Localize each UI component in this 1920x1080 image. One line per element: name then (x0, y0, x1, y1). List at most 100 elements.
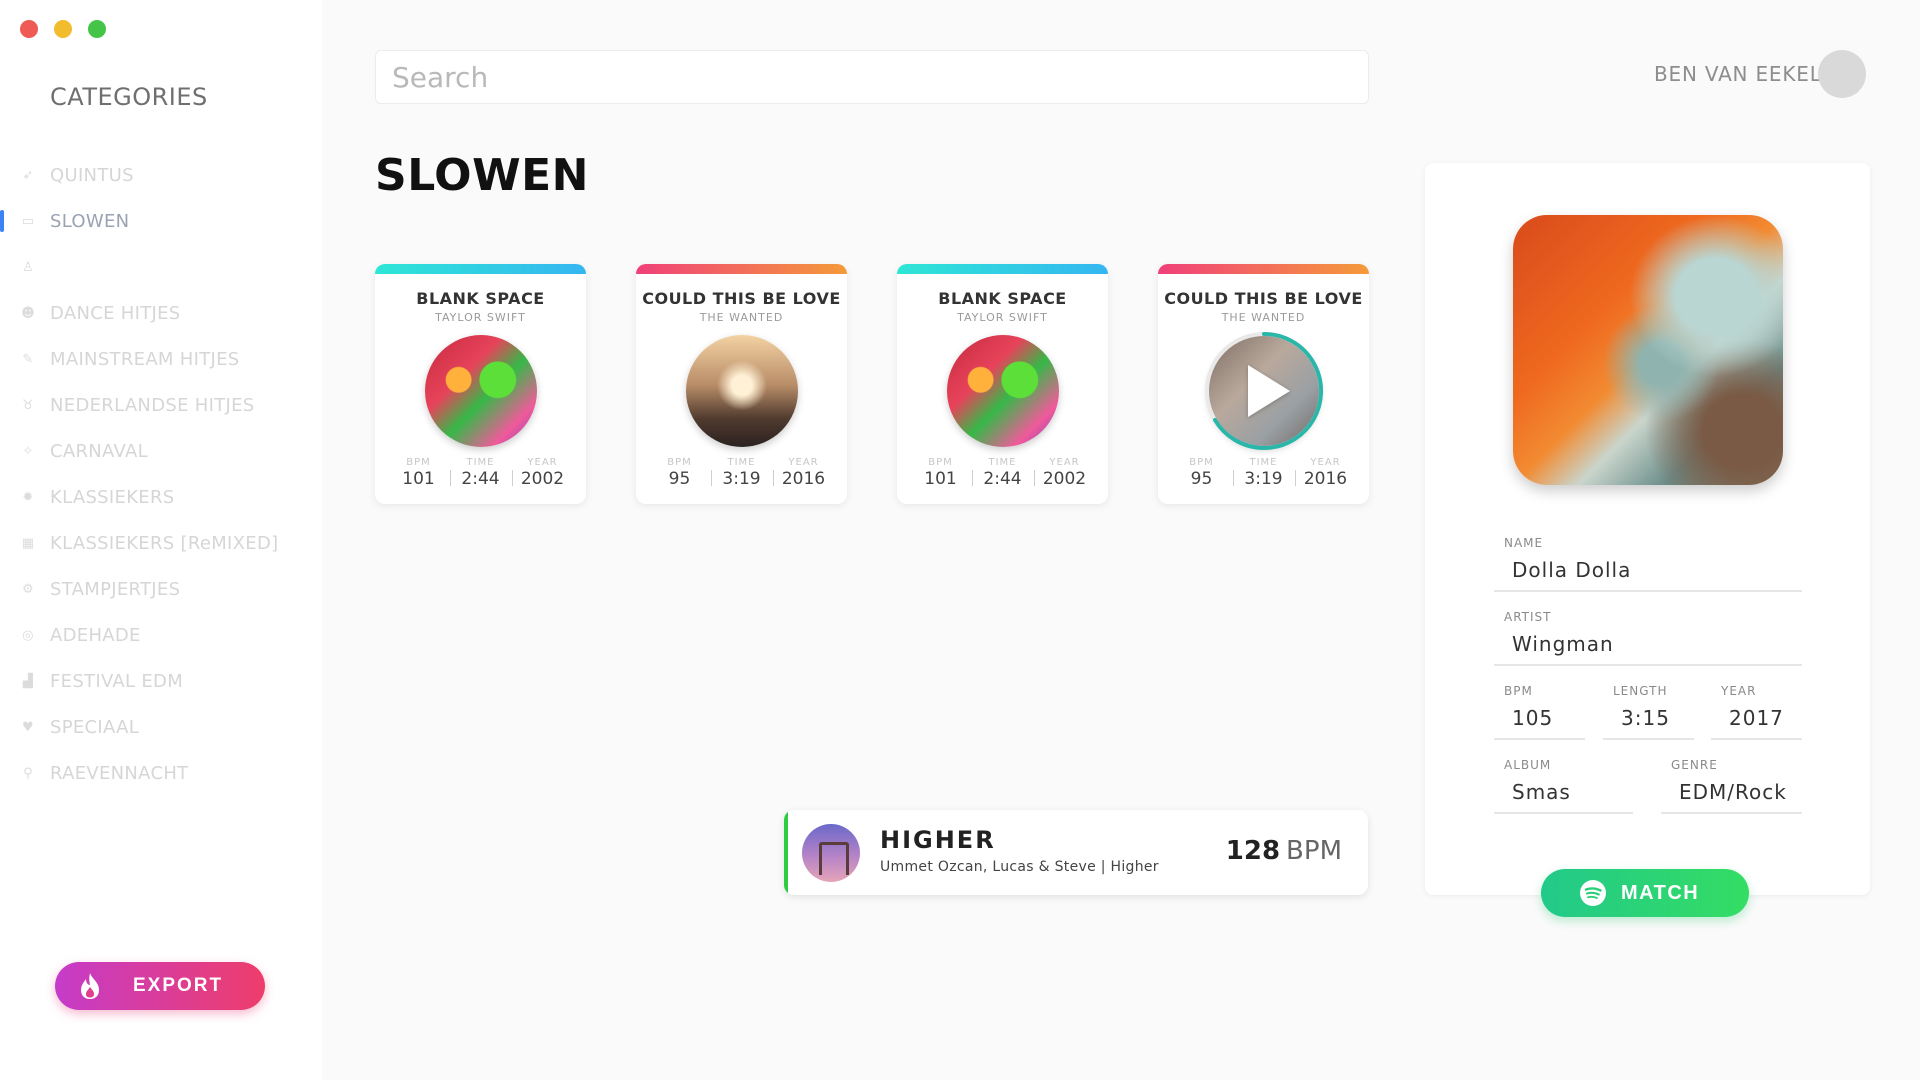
stat-value-bpm: 95 (1190, 469, 1213, 489)
sidebar-item-raevennacht[interactable]: ⚲ RAEVENNACHT (0, 750, 322, 796)
card-stats: BPM 101 TIME 2:44 YEAR 2002 (375, 457, 586, 489)
sidebar-item-nederlandse-hitjes[interactable]: ♉ NEDERLANDSE HITJES (0, 382, 322, 428)
sidebar-item-label: QUINTUS (50, 164, 134, 186)
sidebar-item-stampjertjes[interactable]: ⚙ STAMPJERTJES (0, 566, 322, 612)
stat-label-year: YEAR (527, 457, 558, 468)
stat-value-year: 2016 (781, 469, 826, 489)
stat-label-year: YEAR (1310, 457, 1341, 468)
name-field[interactable]: NAME Dolla Dolla (1494, 536, 1802, 592)
album-cover[interactable] (424, 335, 537, 447)
sidebar-item-klassiekers[interactable]: ✹ KLASSIEKERS (0, 474, 322, 520)
album-cover[interactable] (946, 335, 1059, 447)
page-title: SLOWEN (375, 150, 589, 201)
sidebar-item-carnaval[interactable]: ✧ CARNAVAL (0, 428, 322, 474)
stat-label-year: YEAR (788, 457, 819, 468)
sidebar-item-dance-hitjes[interactable]: ☻ DANCE HITJES (0, 290, 322, 336)
chart-icon: ▟ (22, 673, 34, 689)
bpm-label: BPM (1504, 684, 1533, 698)
card-accent-bar (897, 264, 1108, 274)
play-icon[interactable] (1247, 365, 1290, 417)
minimize-window-button[interactable] (54, 20, 72, 38)
genre-field[interactable]: GENRE EDM/Rock (1661, 758, 1802, 814)
song-card[interactable]: BLANK SPACE TAYLOR SWIFT BPM 101 TIME 2:44… (375, 264, 586, 504)
card-accent-bar (636, 264, 847, 274)
sidebar-item-slowen[interactable]: ▭ SLOWEN (0, 198, 322, 244)
album-label: ALBUM (1504, 758, 1552, 772)
close-window-button[interactable] (20, 20, 38, 38)
grid-icon: ▦ (21, 535, 35, 551)
lion-icon: ♉ (22, 397, 34, 413)
name-value[interactable]: Dolla Dolla (1494, 558, 1802, 592)
bpm-value[interactable]: 105 (1494, 706, 1585, 740)
match-button[interactable]: MATCH (1541, 869, 1749, 917)
song-card[interactable]: COULD THIS BE LOVE THE WANTED BPM 95 TIME… (636, 264, 847, 504)
sidebar: CATEGORIES ➶ QUINTUS ▭ SLOWEN ♙ ☻ DANCE HIT… (0, 0, 322, 1080)
now-playing-bpm: 128 BPM (1226, 836, 1342, 866)
avatar[interactable] (1818, 50, 1866, 98)
pencil-icon: ✎ (22, 351, 34, 367)
stat-value-time: 2:44 (461, 469, 500, 489)
song-card[interactable]: BLANK SPACE TAYLOR SWIFT BPM 101 TIME 2:44… (897, 264, 1108, 504)
sidebar-item-label: RAEVENNACHT (50, 762, 189, 784)
stat-label-time: TIME (466, 457, 495, 468)
rocket-icon: ➶ (22, 167, 34, 183)
stat-label-bpm: BPM (667, 457, 692, 468)
sidebar-item-quintus[interactable]: ➶ QUINTUS (0, 152, 322, 198)
person-icon: ♙ (22, 259, 34, 275)
export-button[interactable]: EXPORT (55, 962, 265, 1010)
length-field[interactable]: LENGTH 3:15 (1603, 684, 1694, 740)
sofa-icon: ▭ (21, 213, 35, 229)
sidebar-item-label: CARNAVAL (50, 440, 148, 462)
stat-value-year: 2002 (1042, 469, 1087, 489)
artist-value[interactable]: Wingman (1494, 632, 1802, 666)
sidebar-item-unnamed[interactable]: ♙ (0, 244, 322, 290)
stat-value-year: 2002 (520, 469, 565, 489)
stat-label-bpm: BPM (928, 457, 953, 468)
sidebar-item-klassiekers-remixed[interactable]: ▦ KLASSIEKERS [ReMIXED] (0, 520, 322, 566)
card-artist: TAYLOR SWIFT (957, 311, 1048, 324)
card-artist: THE WANTED (1221, 311, 1306, 324)
sidebar-item-festival-edm[interactable]: ▟ FESTIVAL EDM (0, 658, 322, 704)
gear-icon: ⚙ (22, 581, 34, 597)
track-detail-panel: NAME Dolla Dolla ARTIST Wingman BPM 105 … (1425, 163, 1870, 895)
sidebar-item-mainstream-hitjes[interactable]: ✎ MAINSTREAM HITJES (0, 336, 322, 382)
album-cover[interactable] (685, 335, 798, 447)
categories-title: CATEGORIES (50, 83, 208, 111)
flame-icon (81, 973, 99, 999)
export-label: EXPORT (133, 975, 224, 996)
album-field[interactable]: ALBUM Smas (1494, 758, 1633, 814)
song-card-playing[interactable]: COULD THIS BE LOVE THE WANTED BPM 95 TIME… (1158, 264, 1369, 504)
now-playing-subtitle: Ummet Ozcan, Lucas & Steve | Higher (880, 859, 1159, 875)
album-cover[interactable] (1204, 332, 1323, 450)
spotify-icon (1580, 880, 1606, 906)
maximize-window-button[interactable] (88, 20, 106, 38)
sidebar-item-label: DANCE HITJES (50, 302, 181, 324)
sidebar-item-speciaal[interactable]: ♥ SPECIAAL (0, 704, 322, 750)
search-input[interactable] (375, 50, 1369, 104)
card-accent-bar (375, 264, 586, 274)
year-field[interactable]: YEAR 2017 (1711, 684, 1802, 740)
sidebar-item-label: FESTIVAL EDM (50, 670, 184, 692)
genre-value[interactable]: EDM/Rock (1661, 780, 1802, 814)
stat-value-time: 2:44 (983, 469, 1022, 489)
year-value[interactable]: 2017 (1711, 706, 1802, 740)
sidebar-item-label: SLOWEN (50, 210, 130, 232)
sidebar-item-label: MAINSTREAM HITJES (50, 348, 240, 370)
card-title: COULD THIS BE LOVE (642, 289, 841, 308)
card-title: COULD THIS BE LOVE (1164, 289, 1363, 308)
card-title: BLANK SPACE (938, 289, 1067, 308)
now-playing-accent (784, 810, 788, 895)
card-stats: BPM 95 TIME 3:19 YEAR 2016 (636, 457, 847, 489)
bpm-value: 128 (1225, 836, 1281, 866)
length-value[interactable]: 3:15 (1603, 706, 1694, 740)
sidebar-item-label: STAMPJERTJES (50, 578, 181, 600)
artist-label: ARTIST (1504, 610, 1552, 624)
artist-field[interactable]: ARTIST Wingman (1494, 610, 1802, 666)
pin-icon: ⚲ (23, 765, 33, 781)
now-playing-bar[interactable]: HIGHER Ummet Ozcan, Lucas & Steve | High… (784, 810, 1368, 895)
album-value[interactable]: Smas (1494, 780, 1633, 814)
sidebar-item-adehade[interactable]: ◎ ADEHADE (0, 612, 322, 658)
stat-label-time: TIME (988, 457, 1017, 468)
name-label: NAME (1504, 536, 1544, 550)
bpm-field[interactable]: BPM 105 (1494, 684, 1585, 740)
